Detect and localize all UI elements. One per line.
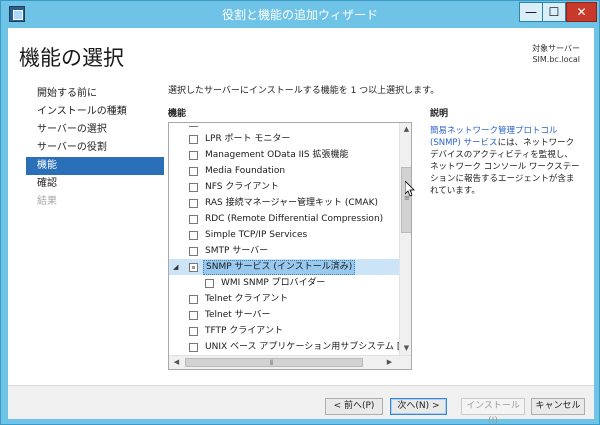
wizard-nav: 開始する前に インストールの種類 サーバーの選択 サーバーの役割 機能 確認 結… [26,85,164,211]
chevron-up-icon[interactable]: ▲ [400,123,411,136]
feature-row-child[interactable]: WMI SNMP プロバイダー [169,275,399,291]
feature-label: Media Foundation [205,166,286,176]
close-button[interactable]: ✕ [566,2,597,22]
mouse-cursor-icon [405,181,415,197]
feature-row[interactable]: Management OData IIS 拡張機能 [169,147,399,163]
minimize-button[interactable]: — [519,2,543,22]
feature-checkbox-partial[interactable] [189,263,198,272]
feature-checkbox[interactable] [205,279,214,288]
wizard-content: 機能の選択 対象サーバー SIM.bc.local 開始する前に インストールの… [8,28,594,425]
feature-row[interactable]: RAS 接続マネージャー管理キット (CMAK) [169,195,399,211]
feature-row[interactable]: UNIX ベース アプリケーション用サブシステム [非推奨] [169,339,399,355]
feature-checkbox[interactable] [189,215,198,224]
description-header: 説明 [430,109,449,119]
feature-description: 簡易ネットワーク管理プロトコル (SNMP) サービスには、ネットワーク デバイ… [430,125,580,197]
title-bar[interactable]: 役割と機能の追加ウィザード — ☐ ✕ [1,1,599,27]
feature-checkbox[interactable] [189,311,198,320]
feature-checkbox[interactable] [189,151,198,160]
nav-item-confirmation[interactable]: 確認 [26,175,164,193]
feature-label: Telnet クライアント [205,294,289,304]
feature-label: UNIX ベース アプリケーション用サブシステム [非推奨] [205,342,399,352]
window-title: 役割と機能の追加ウィザード [221,8,378,22]
feature-row[interactable]: Telnet サーバー [169,307,399,323]
feature-row[interactable]: Simple TCP/IP Services [169,227,399,243]
page-title: 機能の選択 [19,46,124,70]
chevron-left-icon[interactable]: ◀ [170,356,183,369]
feature-label: RAS 接続マネージャー管理キット (CMAK) [205,198,378,208]
feature-row[interactable]: SMTP サーバー [169,243,399,259]
feature-tree-rows: LPR ポート モニター Management OData IIS 拡張機能 M… [169,123,399,355]
feature-tree[interactable]: LPR ポート モニター Management OData IIS 拡張機能 M… [168,122,412,370]
chevron-right-icon[interactable]: ▶ [383,356,396,369]
feature-label: SMTP サーバー [205,246,269,256]
nav-item-features[interactable]: 機能 [26,157,164,175]
feature-checkbox[interactable] [189,135,198,144]
feature-checkbox[interactable] [189,327,198,336]
feature-checkbox[interactable] [189,247,198,256]
feature-row[interactable]: TFTP クライアント [169,323,399,339]
feature-checkbox[interactable] [189,183,198,192]
feature-row[interactable]: LPR ポート モニター [169,131,399,147]
next-button[interactable]: 次へ(N) > [390,398,447,415]
feature-label: WMI SNMP プロバイダー [221,278,326,288]
wizard-window: 役割と機能の追加ウィザード — ☐ ✕ 機能の選択 対象サーバー SIM.bc.… [0,0,600,425]
horizontal-scroll-thumb[interactable]: ⦀ [185,358,363,367]
checkbox-partial-top [189,123,198,127]
feature-checkbox[interactable] [189,295,198,304]
feature-label: Simple TCP/IP Services [205,230,308,240]
nav-item-before-you-begin[interactable]: 開始する前に [26,85,164,103]
feature-label: Telnet サーバー [205,310,271,320]
nav-item-results: 結果 [37,196,57,207]
feature-label: LPR ポート モニター [205,134,291,144]
feature-checkbox[interactable] [189,167,198,176]
target-server-name: SIM.bc.local [532,55,580,64]
horizontal-scrollbar[interactable]: ◀ ⦀ ▶ [169,355,411,369]
triangle-down-icon[interactable]: ◢ [173,259,178,275]
target-server: 対象サーバー SIM.bc.local [532,43,580,65]
nav-item-installation-type[interactable]: インストールの種類 [26,103,164,121]
nav-item-server-roles[interactable]: サーバーの役割 [26,139,164,157]
nav-item-server-selection[interactable]: サーバーの選択 [26,121,164,139]
grip-icon: ⦀ [270,359,274,367]
cancel-button[interactable]: キャンセル [531,398,585,415]
feature-row[interactable]: RDC (Remote Differential Compression) [169,211,399,227]
feature-row[interactable]: NFS クライアント [169,179,399,195]
feature-label: Management OData IIS 拡張機能 [205,150,349,160]
feature-checkbox[interactable] [189,343,198,352]
target-server-label: 対象サーバー [532,44,580,53]
vertical-scrollbar[interactable]: ▲ ≡ ▼ [399,123,411,355]
instruction-text: 選択したサーバーにインストールする機能を 1 つ以上選択します。 [168,86,440,96]
feature-row[interactable]: Media Foundation [169,163,399,179]
features-header: 機能 [168,109,187,119]
feature-label: NFS クライアント [205,182,279,192]
maximize-button[interactable]: ☐ [542,2,566,22]
feature-row-selected[interactable]: ◢ SNMP サービス (インストール済み) [169,259,399,275]
feature-checkbox[interactable] [189,199,198,208]
previous-button[interactable]: < 前へ(P) [325,398,383,415]
feature-row[interactable]: Telnet クライアント [169,291,399,307]
install-button: インストール(I) [461,398,525,425]
feature-checkbox[interactable] [189,231,198,240]
feature-label: SNMP サービス (インストール済み) [203,260,356,275]
chevron-down-icon[interactable]: ▼ [400,342,411,355]
feature-label: TFTP クライアント [205,326,283,336]
feature-label: RDC (Remote Differential Compression) [205,214,384,224]
vertical-scroll-thumb[interactable]: ≡ [401,167,411,233]
